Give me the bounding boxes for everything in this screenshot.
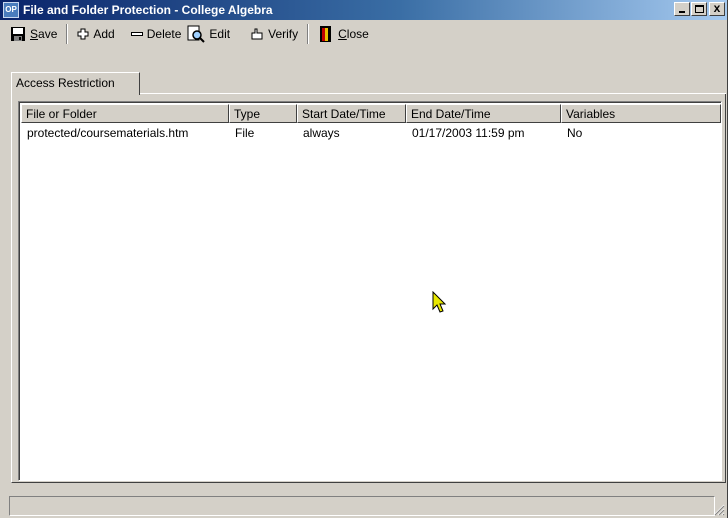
column-headers: File or Folder Type Start Date/Time End … xyxy=(21,104,721,123)
status-bar xyxy=(0,492,727,518)
title-bar[interactable]: OP File and Folder Protection - College … xyxy=(0,0,727,20)
column-header-file-or-folder[interactable]: File or Folder xyxy=(21,104,229,123)
exit-door-icon xyxy=(318,25,334,43)
resize-grip-icon[interactable] xyxy=(713,504,725,516)
column-header-end-date[interactable]: End Date/Time xyxy=(406,104,561,123)
cell-file-or-folder: protected/coursematerials.htm xyxy=(27,126,189,140)
minimize-button[interactable] xyxy=(674,2,690,16)
edit-label: Edit xyxy=(209,27,231,41)
column-header-start-date[interactable]: Start Date/Time xyxy=(297,104,406,123)
add-button[interactable]: Add xyxy=(74,23,117,45)
magnifier-document-icon xyxy=(187,25,206,43)
maximize-button[interactable] xyxy=(691,2,707,16)
save-button[interactable]: Save xyxy=(7,23,60,45)
floppy-disk-icon xyxy=(10,26,26,42)
plus-icon xyxy=(77,28,89,40)
cell-variables: No xyxy=(567,126,583,140)
toolbar-separator xyxy=(66,24,69,44)
delete-button[interactable]: Delete xyxy=(128,23,185,45)
delete-label: Delete xyxy=(146,27,182,41)
save-label: Save xyxy=(30,27,58,41)
column-header-type[interactable]: Type xyxy=(229,104,297,123)
verify-label: Verify xyxy=(268,27,299,41)
close-window-button[interactable]: x xyxy=(709,1,725,16)
main-window: OP File and Folder Protection - College … xyxy=(0,0,728,518)
maximize-icon xyxy=(695,5,704,13)
close-label: Close xyxy=(338,27,369,41)
toolbar-separator xyxy=(307,24,310,44)
minimize-icon xyxy=(679,11,685,13)
table-row[interactable]: protected/coursematerials.htm File alway… xyxy=(21,126,721,143)
verify-hand-icon xyxy=(250,27,264,41)
window-title: File and Folder Protection - College Alg… xyxy=(23,3,273,17)
cell-start-date: always xyxy=(303,126,340,140)
close-button[interactable]: Close xyxy=(315,23,372,45)
app-icon: OP xyxy=(3,2,19,18)
toolbar: Save Add Delete Edit Verify Close xyxy=(0,21,727,47)
minus-icon xyxy=(130,31,143,37)
cell-end-date: 01/17/2003 11:59 pm xyxy=(412,126,525,140)
tab-access-restriction[interactable]: Access Restriction xyxy=(11,72,140,95)
add-label: Add xyxy=(93,27,115,41)
cell-type: File xyxy=(235,126,255,140)
protection-list[interactable]: File or Folder Type Start Date/Time End … xyxy=(18,101,722,481)
column-header-variables[interactable]: Variables xyxy=(561,104,721,123)
verify-button[interactable]: Verify xyxy=(247,23,301,45)
mouse-pointer-icon xyxy=(432,291,447,313)
status-text xyxy=(9,496,715,516)
window-controls: x xyxy=(673,1,725,16)
edit-button[interactable]: Edit xyxy=(184,23,233,45)
close-icon: x xyxy=(713,1,721,15)
